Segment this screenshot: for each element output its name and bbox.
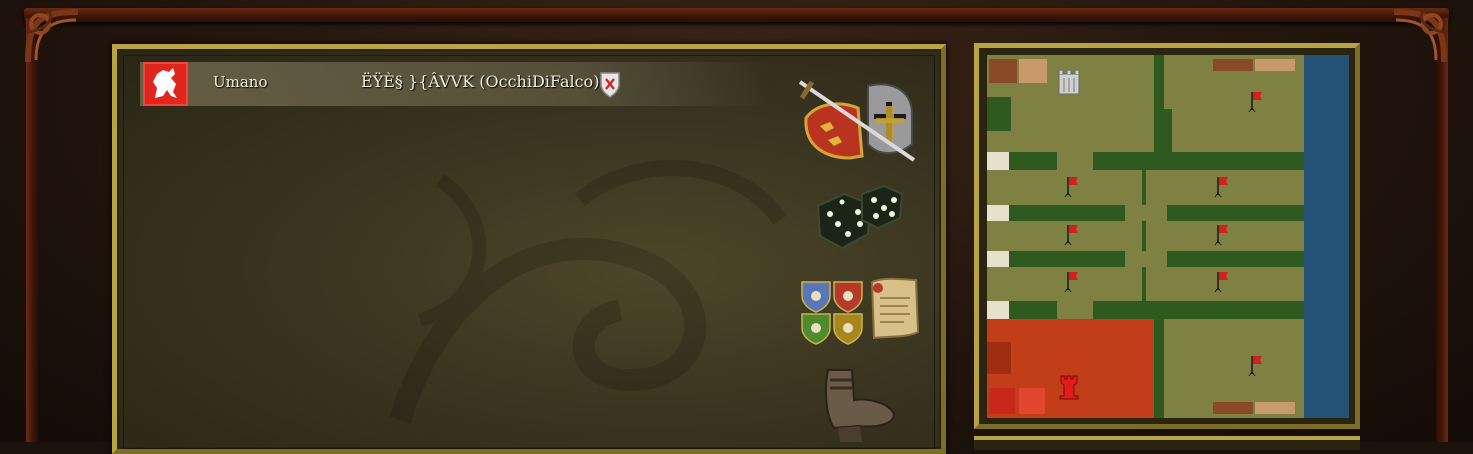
terrain-tile (987, 342, 1011, 374)
terrain-tile (989, 59, 1017, 83)
red-flag-icon[interactable] (1248, 90, 1264, 114)
forest-strip (987, 301, 1304, 319)
spawn-tile (987, 152, 1009, 170)
forest-strip (987, 152, 1304, 170)
dice-icon[interactable] (814, 184, 906, 254)
red-tower-icon[interactable] (1058, 374, 1080, 400)
celtic-knot-corner-icon (25, 9, 79, 63)
terrain-tile (989, 388, 1015, 414)
terrain-tile (1213, 59, 1253, 71)
forest-strip (1142, 170, 1146, 301)
forest-patch (987, 97, 1011, 131)
player-crest[interactable] (143, 62, 188, 106)
forest-patch (1154, 109, 1172, 152)
terrain-tile (1255, 59, 1295, 71)
red-flag-icon[interactable] (1064, 175, 1080, 199)
spawn-tile (987, 205, 1009, 221)
kick-player-button[interactable] (599, 70, 621, 98)
castle-icon[interactable] (1056, 68, 1082, 96)
team-shields-icon[interactable] (800, 280, 864, 346)
boot-icon[interactable] (818, 366, 898, 442)
clearing (1125, 205, 1167, 221)
wooden-frame-left (26, 18, 38, 442)
lower-panel-frame (974, 436, 1360, 450)
player-race-label: Umano (213, 73, 268, 91)
player-name-label: ËŸÈ§ }{ÂVVK (OcchiDiFalco) (361, 72, 600, 91)
red-flag-icon[interactable] (1214, 223, 1230, 247)
wooden-frame-right (1436, 18, 1448, 442)
clearing (1125, 251, 1167, 267)
clearing (1057, 301, 1093, 319)
knight-helmet-sword-icon[interactable] (798, 78, 920, 166)
terrain-tile (1255, 402, 1295, 414)
wooden-frame-top (24, 8, 1449, 22)
terrain-tile (1019, 388, 1045, 414)
water-region (1304, 55, 1349, 418)
terrain-tile (1019, 59, 1047, 83)
clearing (1057, 152, 1093, 170)
spawn-tile (987, 251, 1009, 267)
celtic-knot-corner-icon (1393, 9, 1447, 63)
spawn-tile (987, 301, 1009, 319)
lion-crest-icon (153, 68, 177, 98)
red-flag-icon[interactable] (1214, 270, 1230, 294)
terrain-tile (1213, 402, 1253, 414)
red-flag-icon[interactable] (1248, 354, 1264, 378)
close-shield-icon (600, 72, 620, 98)
scroll-icon[interactable] (866, 276, 922, 342)
red-flag-icon[interactable] (1064, 270, 1080, 294)
red-flag-icon[interactable] (1064, 223, 1080, 247)
decorative-swirl-icon (389, 159, 787, 424)
forest-strip (1154, 319, 1164, 418)
minimap[interactable] (987, 55, 1349, 418)
red-flag-icon[interactable] (1214, 175, 1230, 199)
